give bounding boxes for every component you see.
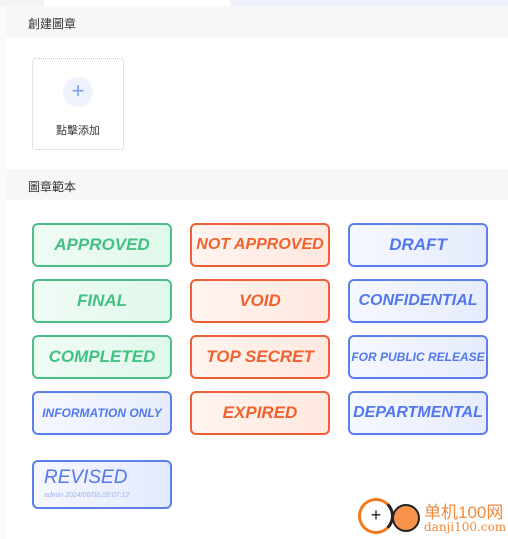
watermark-logo: + 单机100网 danji100.com <box>358 496 508 539</box>
stamp-final[interactable]: FINAL <box>32 279 172 323</box>
stamp-panel: 創建圖章 + 點擊添加 圖章範本 APPROVED NOT APPROVED DRA… <box>6 6 508 539</box>
stamp-label: EXPIRED <box>222 403 298 422</box>
stamp-completed[interactable]: COMPLETED <box>32 335 172 379</box>
stamp-confidential[interactable]: CONFIDENTIAL <box>348 279 488 323</box>
stamp-revised-subtext: admin 2024/06/08,09:07:12 <box>44 492 130 499</box>
stamp-label: DEPARTMENTAL <box>353 404 483 421</box>
stamp-label: FOR PUBLIC RELEASE <box>351 350 485 364</box>
stamp-draft[interactable]: DRAFT <box>348 223 488 267</box>
stamp-label: CONFIDENTIAL <box>358 292 478 309</box>
stamp-templates-title: 圖章範本 <box>28 180 77 194</box>
stamp-label: NOT APPROVED <box>196 236 324 253</box>
stamp-label: DRAFT <box>389 235 447 254</box>
add-stamp-label: 點擊添加 <box>56 125 100 137</box>
stamp-expired[interactable]: EXPIRED <box>190 391 330 435</box>
stamp-not-approved[interactable]: NOT APPROVED <box>190 223 330 267</box>
watermark-url: danji100.com <box>424 520 507 534</box>
add-stamp-button[interactable]: + 點擊添加 <box>32 58 124 150</box>
stamp-top-secret[interactable]: TOP SECRET <box>190 335 330 379</box>
stamp-templates-header: 圖章範本 <box>6 169 508 200</box>
plus-circle-icon: + <box>358 498 394 534</box>
stamp-approved[interactable]: APPROVED <box>32 223 172 267</box>
stamp-label: APPROVED <box>54 235 150 254</box>
stamp-label: VOID <box>239 291 281 310</box>
create-stamp-header: 創建圖章 <box>6 6 508 37</box>
stamp-label: FINAL <box>76 291 128 310</box>
stamp-departmental[interactable]: DEPARTMENTAL <box>348 391 488 435</box>
stamp-void[interactable]: VOID <box>190 279 330 323</box>
create-stamp-title: 創建圖章 <box>28 17 77 31</box>
stamp-revised[interactable]: REVISED admin 2024/06/08,09:07:12 <box>32 460 172 509</box>
stamp-information-only[interactable]: INFORMATION ONLY <box>32 391 172 435</box>
dot-icon <box>392 504 420 532</box>
stamp-revised-label: REVISED <box>44 467 128 488</box>
stamp-label: INFORMATION ONLY <box>42 406 162 420</box>
stamp-label: TOP SECRET <box>206 347 314 366</box>
stamp-for-public-release[interactable]: FOR PUBLIC RELEASE <box>348 335 488 379</box>
plus-icon: + <box>63 77 93 107</box>
stamp-label: COMPLETED <box>48 347 156 366</box>
